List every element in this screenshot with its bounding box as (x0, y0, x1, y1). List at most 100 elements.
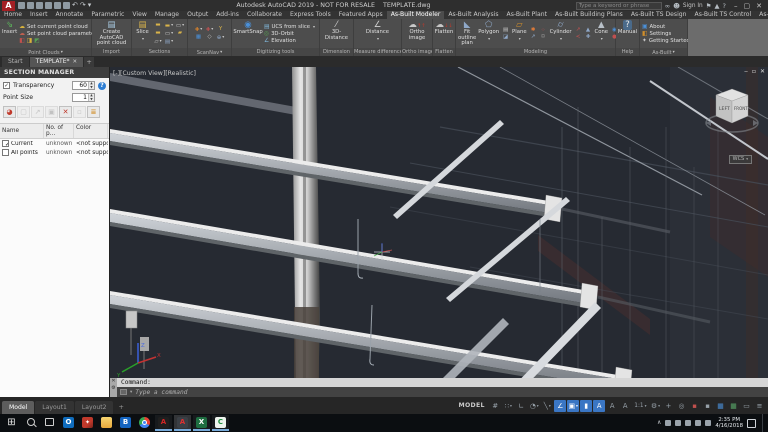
autocad-app-2[interactable]: A (174, 415, 191, 431)
tab-as-built-building-plans[interactable]: As-Built Building Plans (551, 11, 627, 19)
quick-access-toolbar[interactable]: ↶ ↷ ▾ (18, 2, 91, 9)
cylinder-button[interactable]: ⌭ Cylinder (550, 20, 572, 47)
options-icon[interactable]: ▫ (73, 106, 86, 118)
tab-annotate[interactable]: Annotate (51, 11, 87, 19)
command-grip[interactable]: ✕ ⚙ (110, 378, 117, 397)
graphics-perf-icon[interactable]: ▦ (715, 400, 727, 412)
scan-add-icon[interactable]: ✚ (194, 26, 204, 33)
annotation-auto-icon[interactable]: A (606, 400, 618, 412)
command-close-icon[interactable]: ✕ (111, 379, 115, 384)
plane-patch-icon[interactable]: ⌑ (539, 34, 548, 40)
table-row[interactable]: All pointsunknown<not support... (0, 148, 109, 157)
scene-app[interactable]: ✦ (79, 415, 96, 431)
quickprop-icon[interactable]: ▪ (702, 400, 714, 412)
row-checkbox[interactable] (2, 149, 9, 156)
show-desktop-button[interactable] (762, 414, 765, 432)
move-pan-icon[interactable]: + (663, 400, 675, 412)
tab-featured-apps[interactable]: Featured Apps (335, 11, 387, 19)
slice-stack-icon[interactable]: ▤ (164, 38, 174, 45)
outlook-app[interactable]: O (60, 415, 77, 431)
command-customize-icon[interactable]: ⚙ (111, 386, 115, 391)
tab-collaborate[interactable]: Collaborate (243, 11, 286, 19)
autocad-app-1[interactable]: A (155, 415, 172, 431)
new-drawing-tab-button[interactable]: + (84, 57, 94, 67)
point-size-spinner[interactable]: 1 ▲▼ (72, 93, 95, 102)
model-space-button[interactable]: MODEL (459, 402, 485, 409)
drawing-area[interactable]: Z X Y [-][Custom View][Realistic] ‒ ▫ ✕ … (110, 67, 768, 397)
drawing-minimize-icon[interactable]: ‒ (744, 68, 748, 75)
slice-button[interactable]: ▤ Slice (134, 20, 151, 47)
sign-in-button[interactable]: Sign In (683, 3, 703, 9)
tab-insert[interactable]: Insert (26, 11, 51, 19)
manual-button[interactable]: ? Manual (618, 20, 637, 47)
col-points[interactable]: No. of p... (44, 124, 74, 138)
save-as-icon[interactable] (45, 2, 52, 9)
slice-x-icon[interactable]: ▬ (153, 22, 163, 29)
slice-z-icon[interactable]: ▬ (153, 30, 163, 37)
tab-as-built-ts-control[interactable]: As-Built TS Control (691, 11, 756, 19)
help-icon[interactable]: ? (723, 2, 726, 10)
getting-started-button[interactable]: ✦ Getting Started (642, 38, 690, 44)
file-tab-close-icon[interactable]: ✕ (73, 57, 78, 67)
undo-icon[interactable]: ↶ (72, 2, 78, 9)
settings-button[interactable]: ◧ Settings (642, 31, 690, 37)
tab-as-built-photo[interactable]: As-Built Photo (755, 11, 768, 19)
col-name[interactable]: Name (0, 124, 44, 138)
delete-section-icon[interactable]: ✕ (59, 106, 72, 118)
slice-obj-icon[interactable]: ▭ (164, 30, 174, 37)
tab-as-built-analysis[interactable]: As-Built Analysis (444, 11, 502, 19)
smartsnap-button[interactable]: ◉ SmartSnap (234, 20, 262, 47)
ortho-icon[interactable]: ∟ (515, 400, 527, 412)
plane-button[interactable]: ▱ Plane (512, 20, 527, 47)
row-checkbox[interactable]: ✓ (2, 140, 9, 147)
scan-ghost-icon[interactable]: ◇ (205, 34, 215, 41)
search-button[interactable] (22, 415, 39, 431)
chrome-app[interactable] (136, 415, 153, 431)
command-input[interactable]: ▾ Type a command (117, 387, 768, 397)
restore-button[interactable]: ▢ (744, 2, 751, 10)
outline-sheet-icon[interactable]: ▤ (501, 27, 510, 33)
table-row[interactable]: ✓Currentunknown<not support... (0, 139, 109, 148)
layout-tab-layout1[interactable]: Layout1 (35, 401, 74, 414)
point-cloud-uncrop-icon[interactable]: ◨ (27, 38, 32, 44)
point-cloud-canvas[interactable]: Z X Y (110, 67, 768, 397)
fit-outline-plan-button[interactable]: ◣ Fit outline plan (458, 20, 476, 47)
tab-as-built-plant[interactable]: As-Built Plant (503, 11, 551, 19)
slice-plane-icon[interactable]: ▱ (153, 38, 163, 45)
slice-fill-icon[interactable]: ▰ (175, 30, 185, 37)
tab-as-built-modeler[interactable]: As-Built Modeler (387, 11, 445, 19)
ortho-image-button[interactable]: ☁↑↑ Ortho image (404, 20, 430, 47)
taskbar-clock[interactable]: 2:35 PM 4/16/2018 (715, 417, 743, 429)
spin-down-icon[interactable]: ▼ (89, 86, 94, 90)
tray-pen-icon[interactable] (665, 420, 671, 426)
tray-network-icon[interactable] (705, 420, 711, 426)
file-explorer-app[interactable] (98, 415, 115, 431)
duplicate-section-icon[interactable]: ▣ (45, 106, 58, 118)
cyl-axis-icon[interactable]: ↗ (574, 27, 583, 33)
isolate-icon[interactable]: ◎ (676, 400, 688, 412)
flatten-button[interactable]: ☁↓↓ Flatten (435, 20, 454, 47)
print-icon[interactable] (63, 2, 70, 9)
cyl-bend-icon[interactable]: ▲ (584, 27, 593, 33)
tray-usb-icon[interactable] (685, 420, 691, 426)
plane-points-icon[interactable]: ⁘ (539, 27, 548, 33)
tab-add-ins[interactable]: Add-ins (212, 11, 243, 19)
drawing-close-icon[interactable]: ✕ (760, 68, 765, 75)
point-cloud-show-icon[interactable]: ◩ (34, 38, 39, 44)
set-point-cloud-parameters-button[interactable]: ☁ Set point cloud parameters (19, 31, 99, 37)
annotation-scale-a-icon[interactable]: A (619, 400, 631, 412)
elevation-button[interactable]: ∠ Elevation (264, 38, 315, 44)
viewcube[interactable]: LEFT FRONT (704, 79, 762, 151)
col-color[interactable]: Color (74, 124, 108, 138)
transparency-checkbox[interactable]: ✓ (3, 82, 10, 89)
transparency-spinner[interactable]: 60 ▲▼ (72, 81, 95, 90)
tab-express-tools[interactable]: Express Tools (286, 11, 335, 19)
spin-down-icon[interactable]: ▼ (89, 98, 94, 102)
scan-pair-icon[interactable]: ✚ (205, 26, 215, 33)
slice-box-icon[interactable]: ▭ (175, 22, 185, 29)
tab-parametric[interactable]: Parametric (87, 11, 128, 19)
annot-monitor-icon[interactable]: ▦ (728, 400, 740, 412)
about-button[interactable]: ▣ About (642, 24, 690, 30)
save-icon[interactable] (36, 2, 43, 9)
outline-corner-icon[interactable]: ◪ (501, 34, 510, 40)
